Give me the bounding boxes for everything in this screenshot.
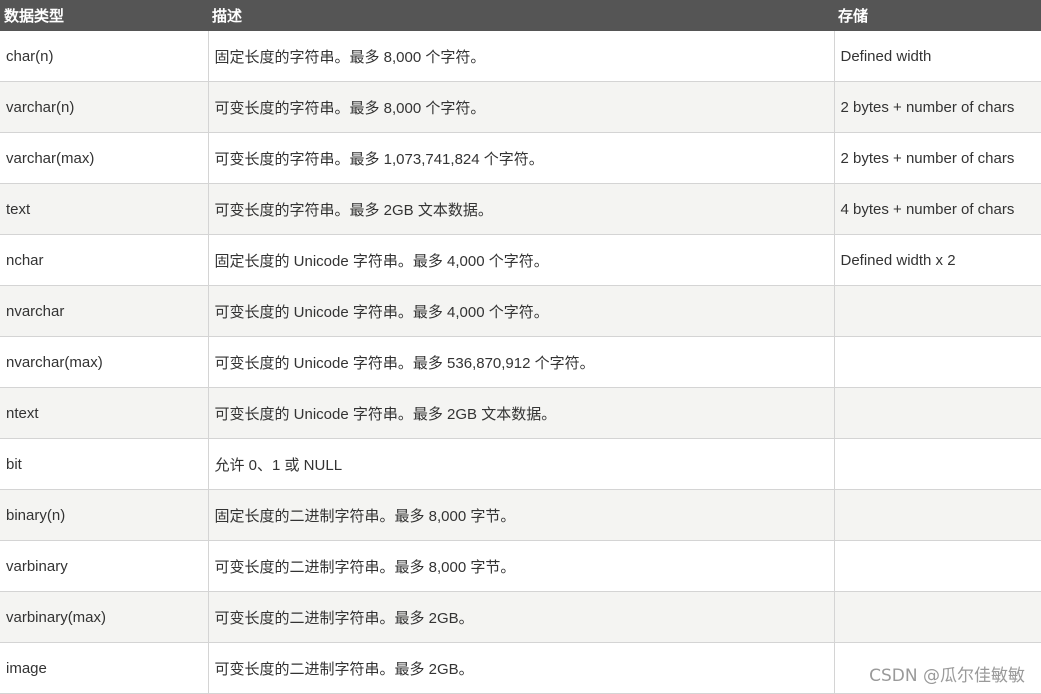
header-data-type: 数据类型 bbox=[0, 0, 208, 31]
table-row: nchar 固定长度的 Unicode 字符串。最多 4,000 个字符。 Defi… bbox=[0, 234, 1041, 286]
header-row: 数据类型 描述 存储 bbox=[0, 0, 1041, 31]
data-types-table: 数据类型 描述 存储 char(n) 固定长度的字符串。最多 8,000 个字符。… bbox=[0, 0, 1041, 694]
cell-description: 可变长度的字符串。最多 2GB 文本数据。 bbox=[208, 183, 835, 235]
cell-storage: 2 bytes + number of chars bbox=[834, 81, 1041, 133]
table-row: ntext 可变长度的 Unicode 字符串。最多 2GB 文本数据。 bbox=[0, 387, 1041, 439]
table-row: text 可变长度的字符串。最多 2GB 文本数据。 4 bytes + numbe… bbox=[0, 183, 1041, 235]
cell-data-type: varchar(n) bbox=[0, 81, 209, 133]
table-row: varchar(max) 可变长度的字符串。最多 1,073,741,824 个字… bbox=[0, 132, 1041, 184]
cell-data-type: binary(n) bbox=[0, 489, 209, 541]
cell-data-type: varbinary(max) bbox=[0, 591, 209, 643]
table-row: nvarchar 可变长度的 Unicode 字符串。最多 4,000 个字符。 bbox=[0, 285, 1041, 337]
table-row: nvarchar(max) 可变长度的 Unicode 字符串。最多 536,87… bbox=[0, 336, 1041, 388]
cell-description: 可变长度的二进制字符串。最多 2GB。 bbox=[208, 591, 835, 643]
cell-data-type: varchar(max) bbox=[0, 132, 209, 184]
cell-description: 可变长度的 Unicode 字符串。最多 2GB 文本数据。 bbox=[208, 387, 835, 439]
cell-storage: Defined width x 2 bbox=[834, 234, 1041, 286]
table-row: char(n) 固定长度的字符串。最多 8,000 个字符。 Defined wid… bbox=[0, 31, 1041, 82]
csdn-watermark: CSDN @瓜尔佳敏敏 bbox=[867, 661, 1027, 686]
cell-data-type: varbinary bbox=[0, 540, 209, 592]
table-row: varchar(n) 可变长度的字符串。最多 8,000 个字符。 2 bytes … bbox=[0, 81, 1041, 133]
cell-data-type: nchar bbox=[0, 234, 209, 286]
cell-description: 可变长度的 Unicode 字符串。最多 4,000 个字符。 bbox=[208, 285, 835, 337]
cell-description: 固定长度的二进制字符串。最多 8,000 字节。 bbox=[208, 489, 835, 541]
cell-description: 允许 0、1 或 NULL bbox=[208, 438, 835, 490]
table-row: binary(n) 固定长度的二进制字符串。最多 8,000 字节。 bbox=[0, 489, 1041, 541]
table-row: bit 允许 0、1 或 NULL bbox=[0, 438, 1041, 490]
cell-data-type: nvarchar(max) bbox=[0, 336, 209, 388]
cell-description: 固定长度的字符串。最多 8,000 个字符。 bbox=[208, 31, 835, 82]
cell-data-type: image bbox=[0, 642, 209, 694]
cell-storage bbox=[834, 285, 1041, 337]
cell-description: 可变长度的二进制字符串。最多 2GB。 bbox=[208, 642, 835, 694]
header-storage: 存储 bbox=[834, 0, 1041, 31]
table-row: varbinary 可变长度的二进制字符串。最多 8,000 字节。 bbox=[0, 540, 1041, 592]
cell-storage: 2 bytes + number of chars bbox=[834, 132, 1041, 184]
cell-storage: 4 bytes + number of chars bbox=[834, 183, 1041, 235]
cell-data-type: char(n) bbox=[0, 31, 209, 82]
cell-storage bbox=[834, 387, 1041, 439]
cell-storage bbox=[834, 591, 1041, 643]
table-row: varbinary(max) 可变长度的二进制字符串。最多 2GB。 bbox=[0, 591, 1041, 643]
cell-storage: Defined width bbox=[834, 31, 1041, 82]
cell-data-type: text bbox=[0, 183, 209, 235]
cell-storage bbox=[834, 489, 1041, 541]
cell-description: 可变长度的 Unicode 字符串。最多 536,870,912 个字符。 bbox=[208, 336, 835, 388]
header-description: 描述 bbox=[208, 0, 834, 31]
cell-storage bbox=[834, 438, 1041, 490]
cell-description: 可变长度的二进制字符串。最多 8,000 字节。 bbox=[208, 540, 835, 592]
cell-data-type: nvarchar bbox=[0, 285, 209, 337]
cell-description: 可变长度的字符串。最多 1,073,741,824 个字符。 bbox=[208, 132, 835, 184]
cell-data-type: ntext bbox=[0, 387, 209, 439]
cell-data-type: bit bbox=[0, 438, 209, 490]
cell-description: 固定长度的 Unicode 字符串。最多 4,000 个字符。 bbox=[208, 234, 835, 286]
cell-description: 可变长度的字符串。最多 8,000 个字符。 bbox=[208, 81, 835, 133]
cell-storage bbox=[834, 540, 1041, 592]
cell-storage bbox=[834, 336, 1041, 388]
